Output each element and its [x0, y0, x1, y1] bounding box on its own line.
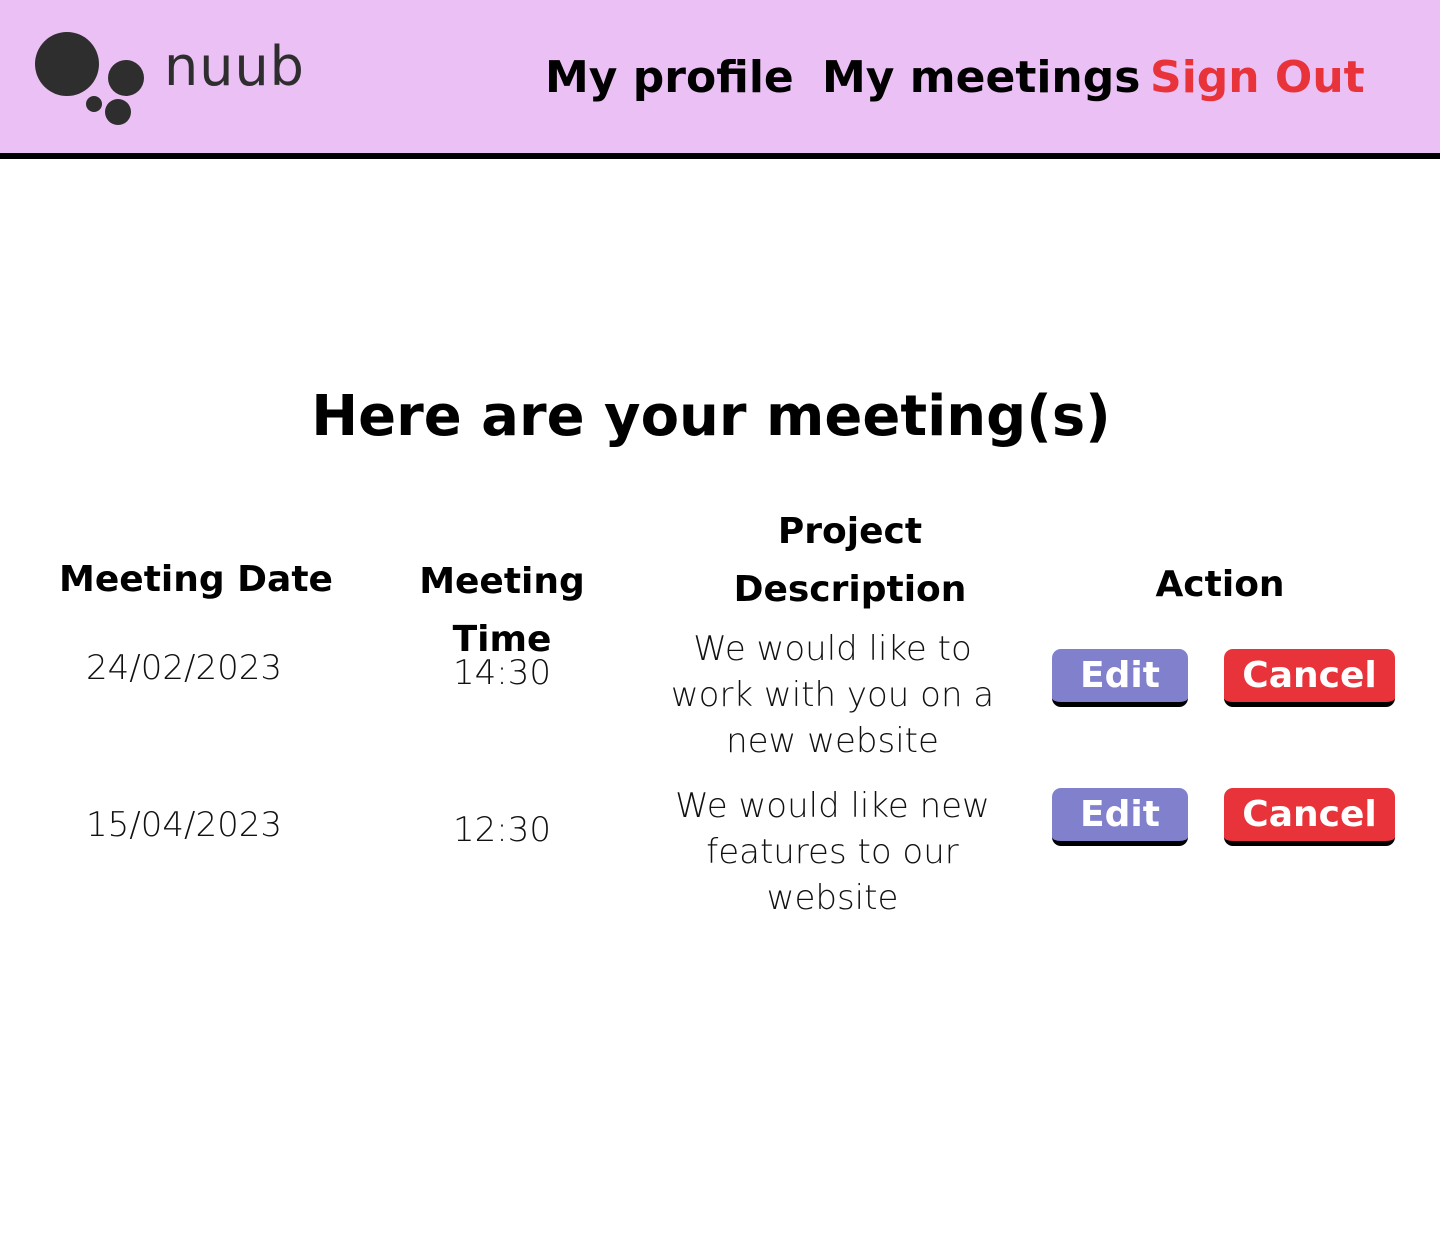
nav-my-profile[interactable]: My profile — [545, 52, 794, 105]
bubbles-logo-icon — [35, 32, 144, 125]
page-title: Here are your meeting(s) — [311, 384, 1111, 449]
nav-my-meetings[interactable]: My meetings — [822, 52, 1140, 105]
logo-text: nuub — [164, 35, 305, 98]
column-header-action: Action — [1155, 564, 1285, 605]
edit-meeting-button[interactable]: Edit — [1052, 649, 1188, 707]
site-header: nuub My profile My meetings Sign Out — [0, 0, 1440, 159]
meeting-date-cell: 15/04/2023 — [86, 805, 282, 845]
project-description-cell: We would like to work with you on a new … — [670, 629, 995, 761]
column-header-project-description: Project Description — [733, 511, 967, 610]
meeting-date-cell: 24/02/2023 — [86, 648, 282, 688]
cancel-meeting-button[interactable]: Cancel — [1224, 649, 1395, 707]
nuub-logo[interactable]: nuub — [34, 30, 324, 130]
column-header-meeting-date: Meeting Date — [59, 559, 333, 600]
nav-sign-out[interactable]: Sign Out — [1150, 52, 1365, 105]
project-description-cell: We would like new features to our websit… — [675, 786, 990, 918]
cancel-meeting-button[interactable]: Cancel — [1224, 788, 1395, 846]
meeting-time-cell: 12:30 — [453, 810, 551, 850]
edit-meeting-button[interactable]: Edit — [1052, 788, 1188, 846]
meeting-time-cell: 14:30 — [453, 653, 551, 693]
